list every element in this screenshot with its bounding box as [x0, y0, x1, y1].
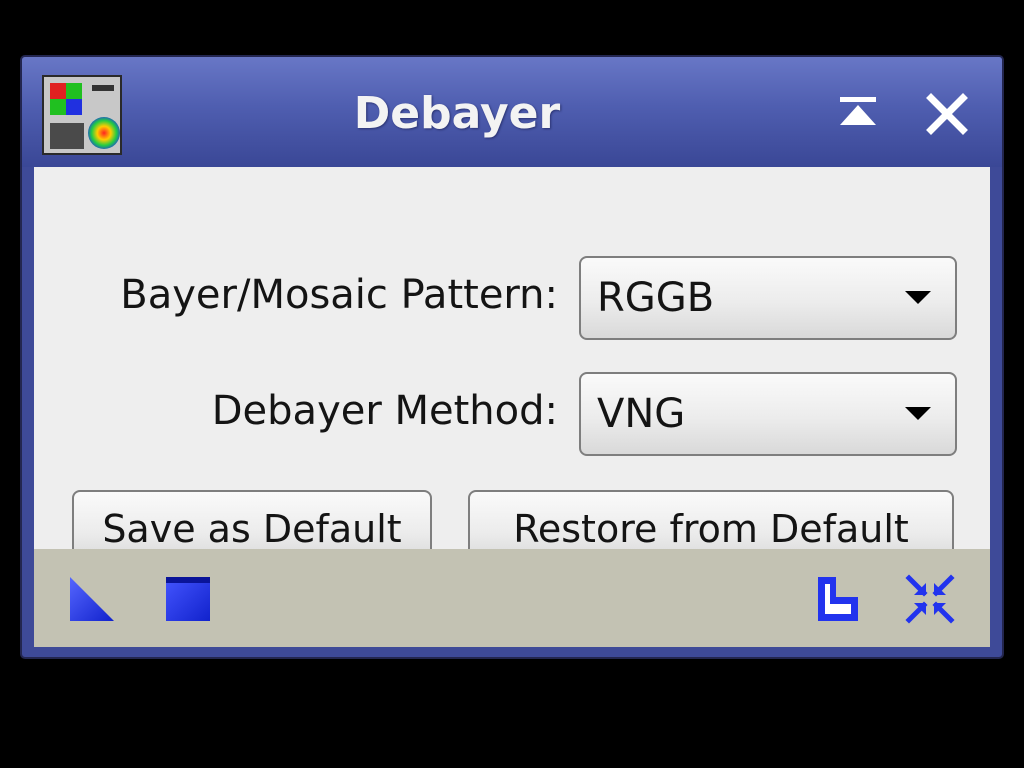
dropdown-arrow-icon	[905, 407, 931, 420]
pattern-value: RGGB	[597, 275, 715, 321]
title-bar[interactable]: Debayer	[22, 57, 1002, 167]
reset-icon	[818, 577, 858, 621]
method-value: VNG	[597, 391, 686, 437]
apply-global-button[interactable]	[162, 573, 214, 625]
process-control-bar	[34, 549, 990, 647]
window-title: Debayer	[353, 88, 561, 139]
new-instance-button[interactable]	[66, 573, 118, 625]
close-button[interactable]	[924, 91, 970, 137]
reset-button[interactable]	[812, 573, 864, 625]
debayer-window: Debayer Bayer/Mosaic Pattern: RGGB Debay…	[20, 55, 1004, 659]
shade-button[interactable]	[835, 91, 881, 137]
method-label: Debayer Method:	[211, 388, 558, 434]
method-select[interactable]: VNG	[579, 372, 957, 456]
new-instance-icon	[70, 577, 114, 621]
close-icon	[926, 93, 968, 135]
dialog-content: Bayer/Mosaic Pattern: RGGB Debayer Metho…	[34, 167, 990, 568]
real-time-preview-icon	[905, 574, 955, 624]
shade-icon	[840, 97, 876, 125]
dropdown-arrow-icon	[905, 291, 931, 304]
pattern-label: Bayer/Mosaic Pattern:	[120, 272, 558, 318]
preview-button[interactable]	[904, 573, 956, 625]
pattern-select[interactable]: RGGB	[579, 256, 957, 340]
apply-global-icon	[166, 577, 210, 621]
